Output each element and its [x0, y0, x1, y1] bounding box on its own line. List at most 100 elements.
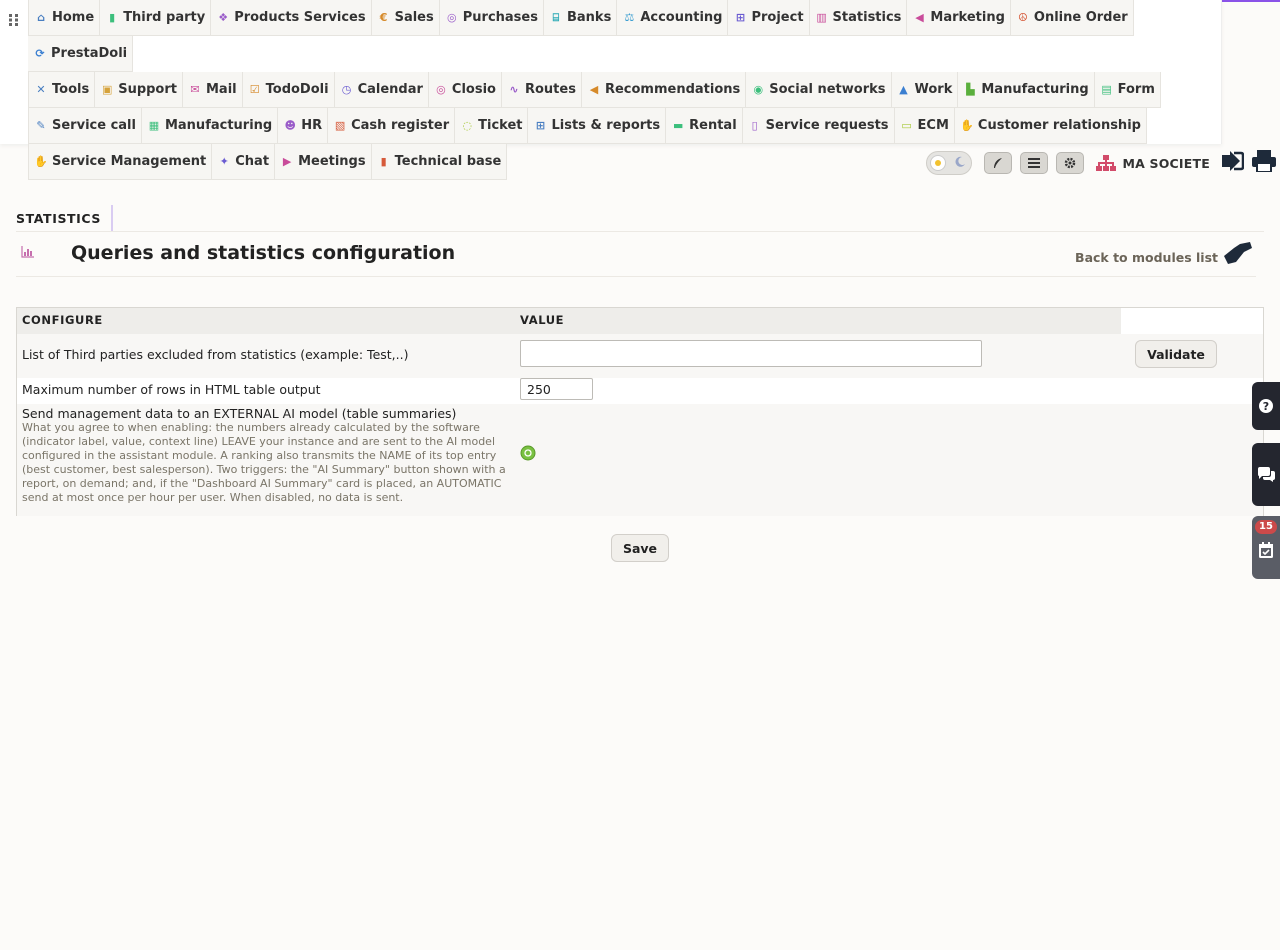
menu-item-tododoli[interactable]: ☑ TodoDoli — [242, 72, 335, 108]
max-rows-input[interactable] — [520, 378, 593, 400]
peace-icon: ☮ — [1017, 10, 1028, 24]
moon-icon — [954, 156, 966, 172]
ai-summary-toggle[interactable] — [520, 445, 536, 465]
menu-item-label: Project — [751, 10, 804, 25]
route-icon: ∿ — [509, 82, 519, 96]
menu-item-purchases[interactable]: ◎ Purchases — [439, 0, 544, 36]
menu-item-label: Rental — [689, 118, 737, 133]
menu-item-marketing[interactable]: ◀ Marketing — [907, 0, 1011, 36]
menu-item-banks[interactable]: ⌸ Banks — [543, 0, 618, 36]
menu-item-chat[interactable]: ✦ Chat — [212, 144, 276, 180]
print-icon[interactable] — [1252, 150, 1276, 176]
clock-icon: ◷ — [341, 82, 352, 96]
comments-icon — [1258, 466, 1275, 482]
page-title: Queries and statistics configuration — [71, 242, 456, 264]
menu-item-mail[interactable]: ✉ Mail — [183, 72, 243, 108]
menu-item-service-management[interactable]: ✋ Service Management — [28, 144, 213, 180]
menu-item-hr[interactable]: ☻ HR — [278, 108, 329, 144]
ai-summary-description: What you agree to when enabling: the num… — [22, 421, 506, 504]
menu-item-prestadoli[interactable]: ⟳ PrestaDoli — [28, 36, 134, 72]
agenda-tab[interactable]: 15 — [1252, 516, 1280, 579]
cubes-icon: ❖ — [218, 10, 229, 24]
menu-item-label: Products Services — [234, 10, 366, 25]
menu-item-work[interactable]: ▲ Work — [891, 72, 959, 108]
menu-item-third-party[interactable]: ▮ Third party — [100, 0, 212, 36]
chat-tab[interactable] — [1252, 443, 1280, 506]
scale-icon: ⚖ — [624, 10, 635, 24]
menu-item-support[interactable]: ▣ Support — [95, 72, 183, 108]
menu-item-label: Work — [914, 82, 953, 97]
menu-item-recommendations[interactable]: ◀ Recommendations — [581, 72, 747, 108]
menu-item-label: Social networks — [769, 82, 886, 97]
menu-item-lists-reports[interactable]: ⊞ Lists & reports — [528, 108, 667, 144]
book-icon: ▮ — [380, 154, 387, 168]
back-arrow-icon[interactable] — [1222, 238, 1254, 272]
menu-item-manufacturing[interactable]: ▙ Manufacturing — [958, 72, 1095, 108]
menu-item-cash-register[interactable]: ▧ Cash register — [328, 108, 456, 144]
menu-item-rental[interactable]: ▬ Rental — [666, 108, 743, 144]
home-icon: ⌂ — [37, 10, 45, 24]
menu-item-form[interactable]: ▤ Form — [1094, 72, 1161, 108]
question-circle-icon: ? — [1259, 399, 1273, 413]
tools-icon: ✕ — [36, 82, 46, 96]
help-tab[interactable]: ? — [1252, 382, 1280, 430]
menu-item-online-order[interactable]: ☮ Online Order — [1010, 0, 1134, 36]
coins-icon: ◎ — [446, 10, 457, 24]
bookmark-button[interactable] — [984, 152, 1013, 174]
menu-item-service-requests[interactable]: ▯ Service requests — [742, 108, 895, 144]
menu-item-label: Technical base — [394, 154, 502, 169]
validate-button[interactable]: Validate — [1135, 340, 1217, 368]
menu-item-label: Cash register — [351, 118, 450, 133]
breadcrumb[interactable]: STATISTICS — [16, 205, 114, 231]
menu-item-label: Chat — [235, 154, 270, 169]
list-view-button[interactable] — [1020, 152, 1049, 174]
page-header: Queries and statistics configuration Bac… — [16, 236, 1264, 274]
apps-grid-icon[interactable] — [0, 2, 28, 38]
menu-item-tools[interactable]: ✕ Tools — [28, 72, 96, 108]
menu-item-technical-base[interactable]: ▮ Technical base — [371, 144, 508, 180]
dark-mode-toggle[interactable] — [926, 151, 973, 175]
video-icon: ▶ — [282, 154, 292, 168]
menu-item-accounting[interactable]: ⚖ Accounting — [617, 0, 729, 36]
menu-item-meetings[interactable]: ▶ Meetings — [275, 144, 372, 180]
menu-item-calendar[interactable]: ◷ Calendar — [334, 72, 429, 108]
calendar-check-icon: ☑ — [249, 82, 260, 96]
back-to-modules-link[interactable]: Back to modules list — [1075, 250, 1218, 265]
target-icon: ◎ — [436, 82, 446, 96]
menu-item-label: Lists & reports — [551, 118, 661, 133]
menu-item-ecm[interactable]: ▭ ECM — [894, 108, 955, 144]
calendar-check-icon — [1259, 541, 1273, 558]
cash-register-icon: ▧ — [334, 118, 346, 132]
menu-item-routes[interactable]: ∿ Routes — [501, 72, 582, 108]
menu-item-label: Statistics — [832, 10, 902, 25]
menu-item-label: ECM — [917, 118, 949, 133]
menu-item-label: Third party — [123, 10, 206, 25]
bullhorn-icon: ◀ — [589, 82, 599, 96]
menu-item-service-call[interactable]: ✎ Service call — [28, 108, 142, 144]
row-label-max-rows: Maximum number of rows in HTML table out… — [22, 382, 321, 397]
menu-item-closio[interactable]: ◎ Closio — [428, 72, 502, 108]
menu-item-label: Service call — [52, 118, 136, 133]
menu-item-customer-relationship[interactable]: ✋ Customer relationship — [954, 108, 1147, 144]
save-button[interactable]: Save — [611, 534, 669, 562]
menu-item-project[interactable]: ⊞ Project — [728, 0, 810, 36]
menu-item-statistics[interactable]: ▥ Statistics — [809, 0, 908, 36]
logout-icon[interactable] — [1220, 151, 1245, 175]
company-link[interactable]: MA SOCIETE — [1096, 155, 1210, 171]
menu-item-manufacturing[interactable]: ▦ Manufacturing — [141, 108, 279, 144]
grid-dots-icon — [9, 14, 18, 26]
menu-item-label: HR — [301, 118, 323, 133]
menu-item-social-networks[interactable]: ◉ Social networks — [746, 72, 892, 108]
settings-button[interactable] — [1056, 152, 1085, 174]
excluded-thirdparties-input[interactable] — [520, 340, 982, 367]
menu-item-label: Closio — [451, 82, 496, 97]
menu-item-label: Banks — [566, 10, 612, 25]
wrench-icon: ✎ — [36, 118, 46, 132]
chart-bar-icon: ▥ — [816, 10, 827, 24]
menu-item-ticket[interactable]: ◌ Ticket — [455, 108, 529, 144]
folder-open-icon: ▭ — [901, 118, 912, 132]
col-header-value: VALUE — [515, 308, 1121, 334]
menu-item-products-services[interactable]: ❖ Products Services — [211, 0, 372, 36]
menu-item-sales[interactable]: € Sales — [371, 0, 440, 36]
menu-item-home[interactable]: ⌂ Home — [28, 0, 101, 36]
